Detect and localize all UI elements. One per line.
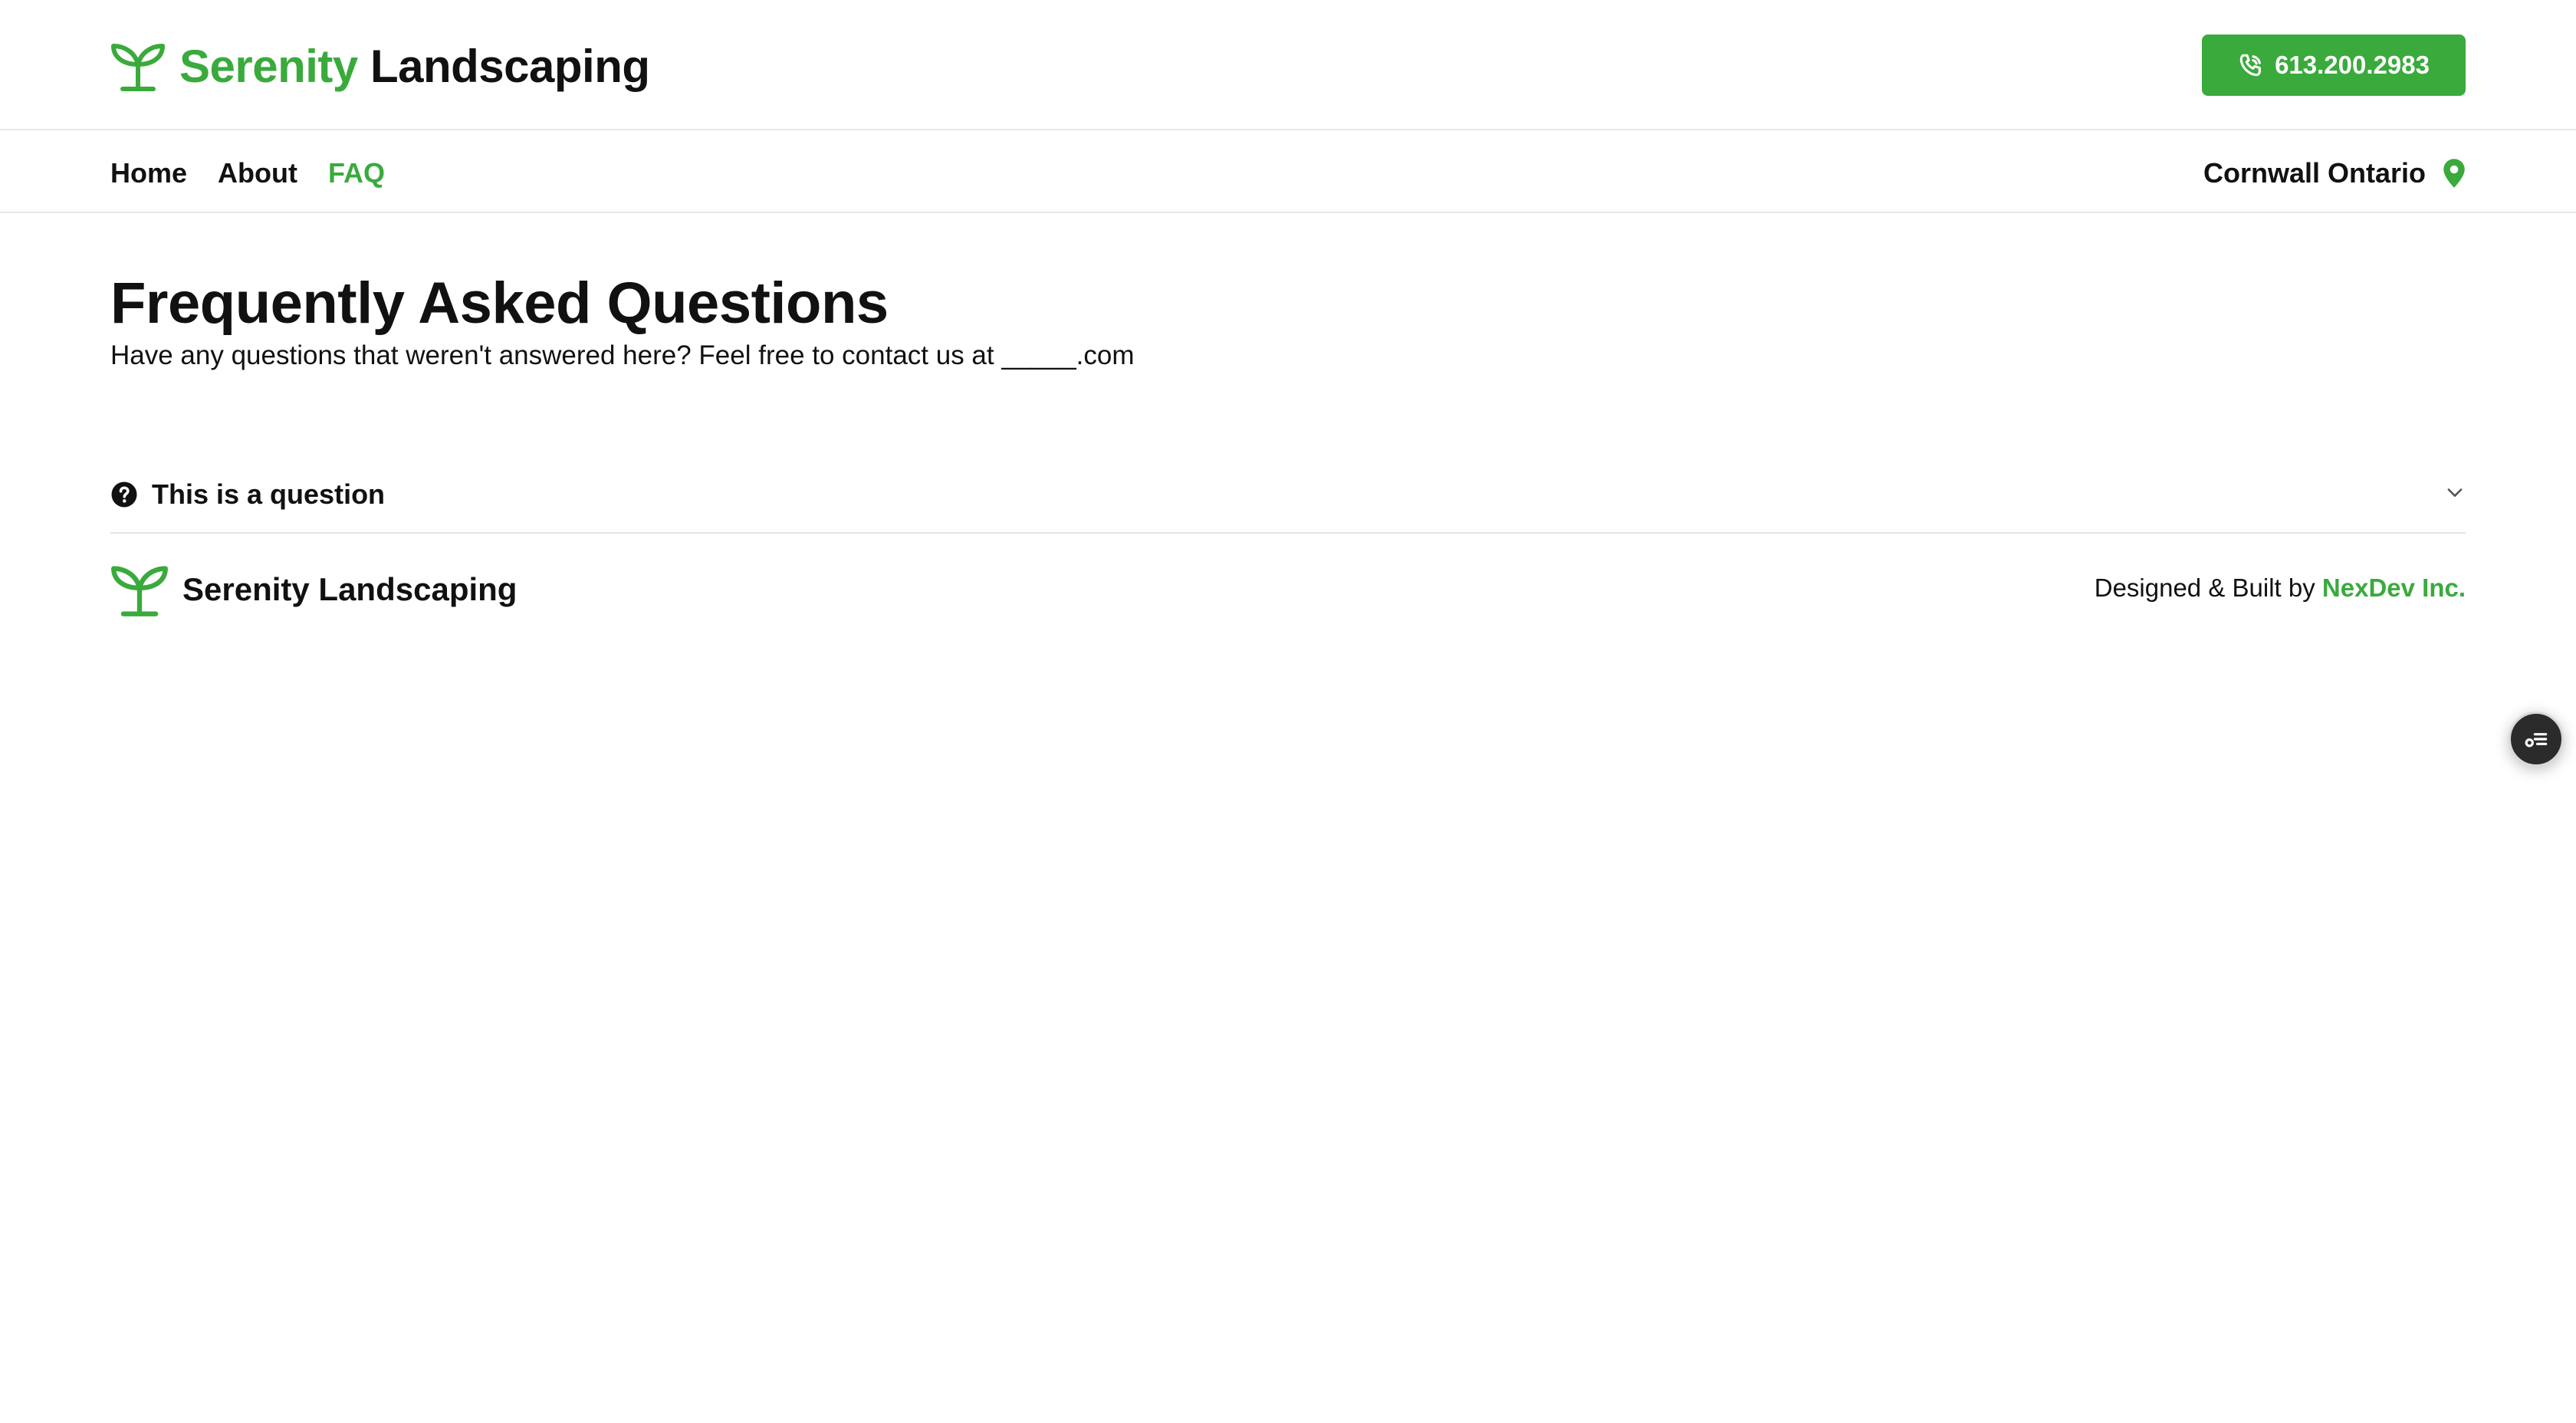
faq-question: This is a question — [152, 478, 386, 510]
sprout-icon — [111, 44, 165, 91]
sprout-icon — [111, 566, 168, 616]
map-pin-icon — [2443, 159, 2465, 188]
nav-link-faq[interactable]: FAQ — [328, 157, 385, 189]
main-nav: Home About FAQ Cornwall Ontario — [0, 132, 2576, 213]
site-header: Serenity Landscaping 613.200.2983 — [0, 0, 2576, 130]
faq-item[interactable]: This is a question — [110, 457, 2466, 534]
page-title: Frequently Asked Questions — [110, 271, 889, 336]
accessibility-widget-button[interactable] — [2509, 712, 2564, 767]
footer-brand[interactable]: Serenity Landscaping — [110, 561, 517, 618]
brand-name-second: Landscaping — [370, 40, 650, 92]
question-circle-icon — [111, 481, 137, 508]
nav-links: Home About FAQ — [110, 153, 385, 193]
location-label: Cornwall Ontario — [2203, 153, 2466, 193]
nav-link-about[interactable]: About — [218, 157, 297, 189]
brand-name: Serenity Landscaping — [179, 40, 650, 93]
phone-button[interactable]: 613.200.2983 — [2202, 35, 2466, 96]
footer-credit: Designed & Built by NexDev Inc. — [2095, 573, 2466, 603]
phone-icon — [2239, 54, 2261, 77]
chevron-down-icon[interactable] — [2444, 481, 2466, 503]
nav-link-home[interactable]: Home — [110, 157, 187, 189]
brand-logo-link[interactable]: Serenity Landscaping — [110, 35, 650, 97]
footer-brand-name: Serenity Landscaping — [182, 571, 518, 607]
brand-name-first: Serenity — [179, 40, 358, 92]
credit-link[interactable]: NexDev Inc. — [2322, 573, 2466, 602]
page-subtitle: Have any questions that weren't answered… — [110, 340, 1135, 370]
phone-number: 613.200.2983 — [2275, 51, 2430, 79]
page: Serenity Landscaping 613.200.2983 Home A… — [0, 0, 2576, 1423]
location-text: Cornwall Ontario — [2203, 157, 2426, 189]
credit-prefix: Designed & Built by — [2094, 573, 2322, 602]
accessibility-menu-icon — [2525, 733, 2548, 748]
